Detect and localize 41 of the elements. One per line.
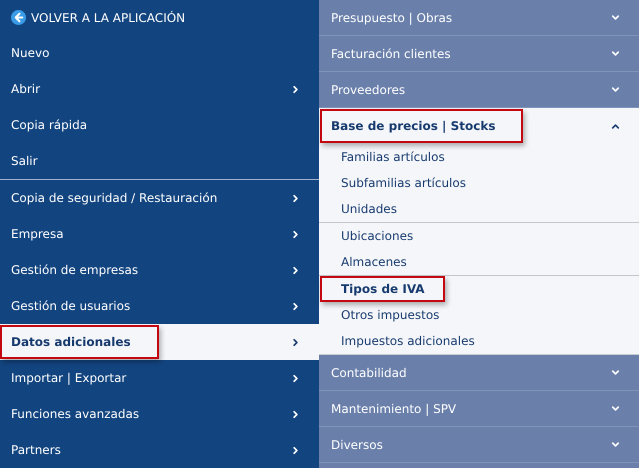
menu-item-label: Importar | Exportar xyxy=(11,371,126,385)
menu-item[interactable]: Nuevo xyxy=(0,35,319,71)
section-label: Base de precios | Stocks xyxy=(320,109,524,143)
section-label: Diversos xyxy=(331,438,383,452)
section-label: Contabilidad xyxy=(331,366,407,380)
menu-item[interactable]: Salir xyxy=(0,143,319,179)
menu-item[interactable]: Funciones avanzadas xyxy=(0,396,319,432)
submenu-item[interactable]: Familias artículos xyxy=(341,150,445,164)
menu-item-label: Empresa xyxy=(11,227,64,241)
menu-item[interactable]: Abrir xyxy=(0,71,319,107)
menu-item-label: Copia de seguridad / Restauración xyxy=(11,191,218,205)
menu-item-label: Nuevo xyxy=(11,46,50,60)
back-link[interactable]: VOLVER A LA APLICACIÓN xyxy=(0,0,319,35)
section-label: Facturación clientes xyxy=(331,46,451,60)
menu-item-label: Partners xyxy=(11,443,61,457)
menu-item-label: Datos adicionales xyxy=(0,325,159,359)
submenu-item[interactable]: Tipos de IVA xyxy=(320,276,445,302)
submenu-item[interactable]: Unidades xyxy=(341,202,397,216)
menu-item[interactable]: Datos adicionales xyxy=(0,324,319,360)
section-label: Proveedores xyxy=(331,82,406,96)
menu-item-label: Copia rápida xyxy=(11,118,88,132)
section-label: Presupuesto | Obras xyxy=(331,10,452,24)
menu-item-label: Gestión de usuarios xyxy=(11,299,130,313)
menu-item-label: Funciones avanzadas xyxy=(11,407,140,421)
menu-item[interactable]: Partners xyxy=(0,432,319,468)
section-header[interactable]: Base de precios | Stocks xyxy=(319,108,639,144)
menu-item-label: Salir xyxy=(11,154,38,168)
submenu-item[interactable]: Subfamilias artículos xyxy=(341,176,466,190)
menu-item[interactable]: Gestión de empresas xyxy=(0,252,319,288)
section-label: Mantenimiento | SPV xyxy=(331,402,456,416)
menu-item[interactable]: Copia de seguridad / Restauración xyxy=(0,180,319,216)
menu-item[interactable]: Gestión de usuarios xyxy=(0,288,319,324)
submenu-item[interactable]: Ubicaciones xyxy=(341,229,414,243)
menu-item[interactable]: Importar | Exportar xyxy=(0,360,319,396)
menu-item-label: Gestión de empresas xyxy=(11,263,138,277)
submenu-item[interactable]: Impuestos adicionales xyxy=(341,334,475,348)
submenu-item[interactable]: Otros impuestos xyxy=(341,308,440,322)
menu-item[interactable]: Copia rápida xyxy=(0,107,319,143)
menu-item[interactable]: Empresa xyxy=(0,216,319,252)
menu-item-label: Abrir xyxy=(11,82,40,96)
submenu-item[interactable]: Almacenes xyxy=(341,255,407,269)
